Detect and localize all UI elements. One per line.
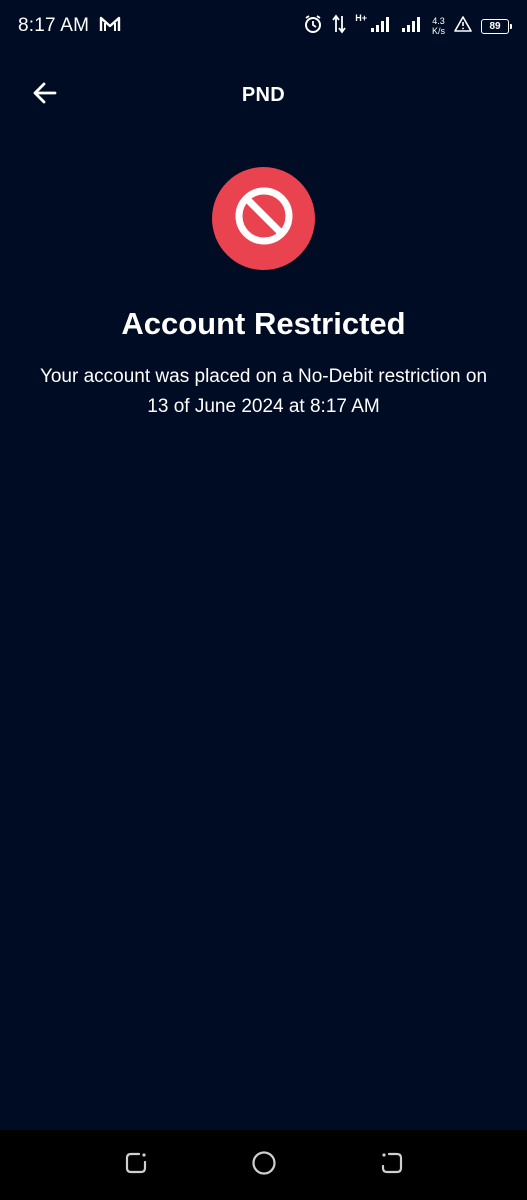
status-bar-right: H+ 4.3 K/s 89 xyxy=(303,13,512,39)
screen: 8:17 AM H+ 4.3 K/s 89 PND Account Restri… xyxy=(0,0,527,1200)
warning-icon xyxy=(454,15,472,38)
signal-icon-2 xyxy=(401,15,423,38)
status-headline: Account Restricted xyxy=(121,306,406,341)
restricted-status-badge xyxy=(212,167,315,270)
battery-icon: 89 xyxy=(481,18,512,34)
battery-level: 89 xyxy=(489,20,501,32)
back-icon xyxy=(379,1150,405,1181)
nav-back-button[interactable] xyxy=(376,1149,408,1181)
recents-icon xyxy=(123,1150,149,1181)
network-speed-value: 4.3 xyxy=(432,16,445,26)
status-bar-left: 8:17 AM xyxy=(18,15,121,38)
no-entry-icon xyxy=(234,186,294,251)
alarm-icon xyxy=(303,14,323,39)
page-title: PND xyxy=(241,83,286,106)
data-transfer-icon xyxy=(332,14,346,39)
recents-button[interactable] xyxy=(120,1149,152,1181)
home-button[interactable] xyxy=(248,1149,280,1181)
status-description: Your account was placed on a No-Debit re… xyxy=(39,366,488,417)
home-icon xyxy=(250,1149,278,1182)
arrow-left-icon xyxy=(31,79,59,112)
network-speed-unit: K/s xyxy=(431,26,445,36)
app-header: PND xyxy=(0,64,527,126)
network-type: H+ xyxy=(355,13,367,23)
back-button[interactable] xyxy=(28,78,62,112)
gmail-icon xyxy=(99,15,121,38)
signal-icon xyxy=(370,15,392,38)
status-time: 8:17 AM xyxy=(18,15,90,36)
network-speed: 4.3 K/s xyxy=(432,16,445,36)
system-nav-bar xyxy=(0,1130,527,1200)
status-bar: 8:17 AM H+ 4.3 K/s 89 xyxy=(0,0,527,52)
